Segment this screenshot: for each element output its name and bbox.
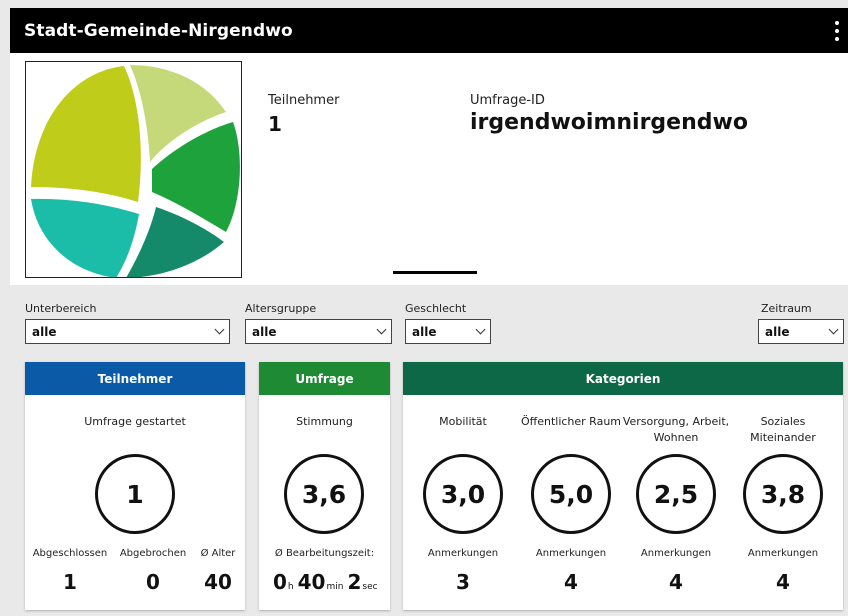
category-score: 3,0: [440, 479, 486, 509]
duration-minutes-unit: min: [326, 582, 344, 592]
completed-value: 1: [63, 570, 77, 594]
mood-circle: 3,6: [284, 454, 364, 534]
category-notes-label: Anmerkungen: [535, 548, 607, 559]
participants-summary: Teilnehmer 1: [268, 93, 339, 136]
category-label: Öffentlicher Raum: [520, 415, 622, 428]
duration-hours-unit: h: [287, 582, 294, 592]
category-score-circle: 5,0: [531, 454, 611, 534]
category-label: Mobilität: [439, 415, 487, 428]
more-vertical-icon[interactable]: [830, 18, 844, 44]
filter-gender: Geschlecht alle: [405, 302, 491, 344]
age-group-select-value: alle: [252, 324, 277, 339]
mood-value: 3,6: [301, 479, 347, 509]
duration-hours: 0: [273, 570, 287, 594]
aborted-label: Abgebrochen: [119, 548, 187, 559]
page-title: Stadt-Gemeinde-Nirgendwo: [24, 20, 293, 41]
survey-id-summary: Umfrage-ID irgendwoimnirgendwo: [470, 93, 748, 135]
duration-value: 0h 40 min 2 sec: [273, 570, 382, 594]
chevron-down-icon: [475, 324, 486, 335]
categories-card-header: Kategorien: [403, 362, 843, 395]
category-notes-value: 4: [669, 570, 683, 594]
completed-label: Abgeschlossen: [32, 548, 108, 559]
mood-label: Stimmung: [296, 415, 353, 428]
categories-card: Kategorien Mobilität 3,0 Anmerkungen 3 Ö…: [403, 362, 843, 610]
app-header: Stadt-Gemeinde-Nirgendwo: [10, 8, 848, 53]
category-notes-label: Anmerkungen: [747, 548, 819, 559]
started-value: 1: [126, 479, 144, 509]
period-select[interactable]: alle: [758, 319, 844, 344]
started-circle: 1: [95, 454, 175, 534]
filter-age-group-label: Altersgruppe: [245, 302, 317, 315]
duration-seconds: 2: [347, 570, 362, 594]
survey-card-header: Umfrage: [259, 362, 390, 395]
started-label: Umfrage gestartet: [84, 415, 186, 428]
chevron-down-icon: [214, 324, 225, 335]
category-label: Versorgung, Arbeit, Wohnen: [622, 415, 730, 444]
municipality-logo: [25, 61, 242, 278]
participants-card: Teilnehmer Umfrage gestartet 1 Abgeschlo…: [25, 362, 245, 610]
category-notes-value: 3: [456, 570, 470, 594]
category-score-circle: 3,8: [743, 454, 823, 534]
category-score: 2,5: [653, 479, 699, 509]
category-score-circle: 2,5: [636, 454, 716, 534]
filter-period: Zeitraum alle: [758, 302, 844, 344]
age-group-select[interactable]: alle: [245, 319, 392, 344]
category-notes-value: 4: [776, 570, 790, 594]
gender-select-value: alle: [412, 324, 437, 339]
filter-subarea: Unterbereich alle: [25, 302, 230, 344]
category-label: Soziales Miteinander: [750, 415, 816, 444]
chevron-down-icon: [828, 324, 839, 335]
period-select-value: alle: [765, 324, 790, 339]
summary-panel: Teilnehmer 1 Umfrage-ID irgendwoimnirgen…: [10, 53, 848, 285]
chevron-down-icon: [376, 324, 387, 335]
category-notes-value: 4: [564, 570, 578, 594]
tab-indicator: [393, 271, 477, 274]
participants-label: Teilnehmer: [268, 93, 340, 108]
gender-select[interactable]: alle: [405, 319, 491, 344]
duration-label: Ø Bearbeitungszeit:: [274, 548, 375, 559]
category-score-circle: 3,0: [423, 454, 503, 534]
category-notes-label: Anmerkungen: [640, 548, 712, 559]
subarea-select-value: alle: [32, 324, 57, 339]
category-score: 5,0: [548, 479, 594, 509]
survey-card: Umfrage Stimmung 3,6 Ø Bearbeitungszeit:…: [259, 362, 390, 610]
filter-period-label: Zeitraum: [761, 302, 812, 315]
duration-minutes: 40: [297, 570, 326, 594]
age-label: Ø Alter: [200, 548, 236, 559]
participants-value: 1: [268, 112, 282, 136]
aborted-value: 0: [146, 570, 160, 594]
age-value: 40: [204, 570, 232, 594]
filter-age-group: Altersgruppe alle: [245, 302, 392, 344]
subarea-select[interactable]: alle: [25, 319, 230, 344]
filter-subarea-label: Unterbereich: [25, 302, 97, 315]
survey-id-label: Umfrage-ID: [470, 93, 545, 108]
duration-seconds-unit: sec: [362, 582, 378, 592]
filter-gender-label: Geschlecht: [405, 302, 467, 315]
survey-id-value: irgendwoimnirgendwo: [470, 110, 748, 135]
category-notes-label: Anmerkungen: [427, 548, 499, 559]
category-score: 3,8: [760, 479, 806, 509]
participants-card-header: Teilnehmer: [25, 362, 245, 395]
